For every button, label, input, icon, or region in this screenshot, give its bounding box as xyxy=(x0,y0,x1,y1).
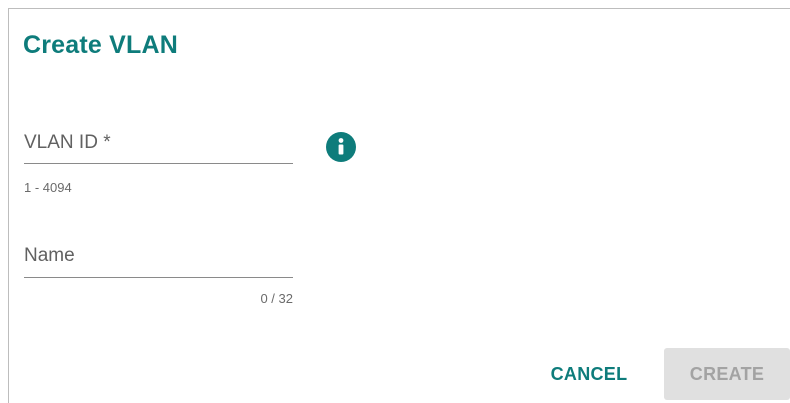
vlan-id-underline xyxy=(24,163,293,164)
vlan-id-field[interactable]: VLAN ID * 1 - 4094 xyxy=(24,125,293,205)
name-underline xyxy=(24,277,293,278)
create-button[interactable]: CREATE xyxy=(664,348,790,400)
dialog-title: Create VLAN xyxy=(23,31,179,59)
info-glyph xyxy=(338,138,344,155)
name-input[interactable] xyxy=(24,243,293,271)
name-field[interactable]: Name 0 / 32 xyxy=(24,238,293,318)
vlan-id-hint: 1 - 4094 xyxy=(24,180,72,195)
create-vlan-dialog: Create VLAN VLAN ID * 1 - 4094 Name 0 / … xyxy=(8,8,790,403)
cancel-button[interactable]: CANCEL xyxy=(532,348,646,400)
name-char-counter: 0 / 32 xyxy=(260,291,293,306)
info-icon[interactable] xyxy=(326,132,356,162)
vlan-id-input[interactable] xyxy=(24,130,293,158)
